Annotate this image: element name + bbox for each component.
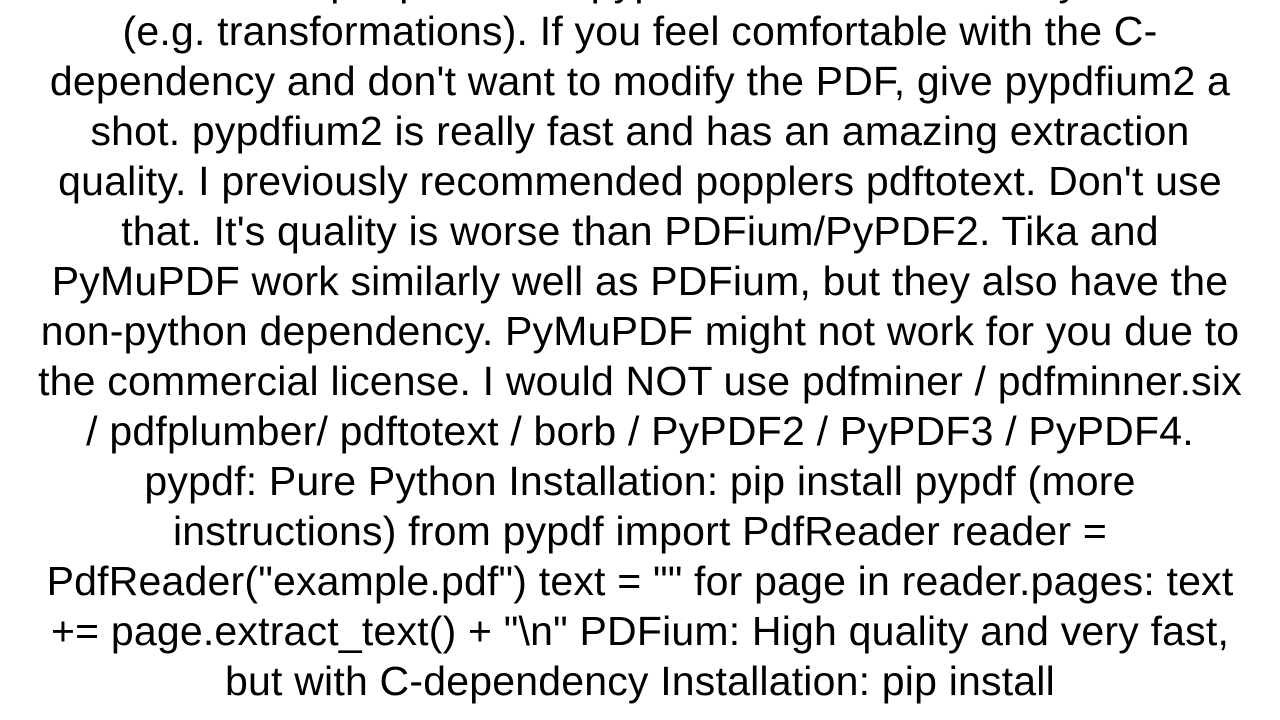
- document-page: I'd recommend people to use pypdf as it …: [0, 0, 1280, 720]
- body-text: I'd recommend people to use pypdf as it …: [0, 0, 1280, 706]
